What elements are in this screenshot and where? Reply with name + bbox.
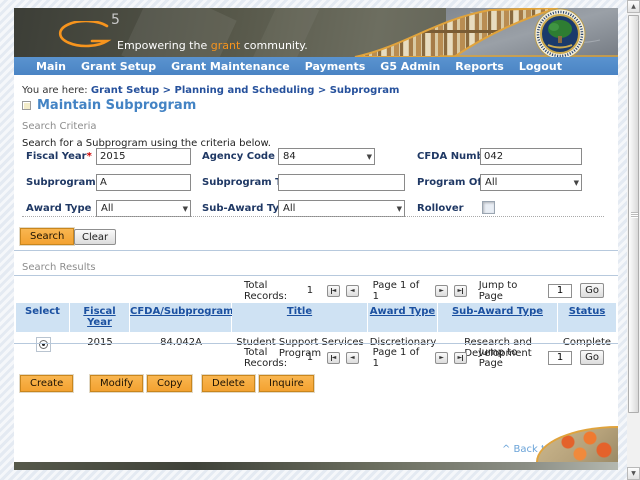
delete-button[interactable]: Delete <box>202 375 255 392</box>
required-asterisk: * <box>87 151 92 162</box>
divider <box>14 343 618 344</box>
banner-right-artwork <box>350 8 618 57</box>
total-records-label: Total Records: <box>244 347 307 369</box>
fiscal-year-input[interactable] <box>96 148 191 165</box>
nav-item-grant-maintenance[interactable]: Grant Maintenance <box>171 60 290 73</box>
chevron-down-icon: ▼ <box>183 205 188 213</box>
program-office-select[interactable]: All▼ <box>480 174 582 191</box>
page-indicator: Page 1 of 1 <box>373 280 423 302</box>
page-title: Maintain Subprogram <box>22 98 196 113</box>
clear-button[interactable]: Clear <box>74 229 116 245</box>
scrollbar-thumb[interactable] <box>628 15 639 413</box>
scrollbar-grip <box>631 212 638 218</box>
award-type-select[interactable]: All▼ <box>96 200 191 217</box>
nav-item-main[interactable]: Main <box>36 60 66 73</box>
inquire-button[interactable]: Inquire <box>259 375 314 392</box>
nav-item-logout[interactable]: Logout <box>519 60 562 73</box>
table-header-row: Select Fiscal Year CFDA/Subprogram Title… <box>16 303 616 332</box>
g5-logo-icon <box>54 21 112 51</box>
main-navigation: Main Grant Setup Grant Maintenance Payme… <box>14 57 618 75</box>
breadcrumb: You are here: Grant Setup > Planning and… <box>22 85 399 96</box>
agency-code-label: Agency Code <box>202 151 275 162</box>
search-button[interactable]: Search <box>20 228 74 245</box>
next-page-button[interactable]: ► <box>435 352 448 364</box>
nav-item-g5-admin[interactable]: G5 Admin <box>380 60 440 73</box>
go-button[interactable]: Go <box>580 350 604 365</box>
chevron-down-icon: ▼ <box>397 205 402 213</box>
first-page-button[interactable]: ◄ <box>327 285 340 297</box>
rollover-label: Rollover <box>417 203 464 214</box>
header-status[interactable]: Status <box>558 303 616 332</box>
jump-to-page-label: Jump to Page <box>479 347 538 369</box>
sub-award-type-select[interactable]: All▼ <box>278 200 405 217</box>
search-criteria-label: Search Criteria <box>22 121 97 132</box>
first-page-button[interactable]: ◄ <box>327 352 340 364</box>
header-title[interactable]: Title <box>232 303 368 332</box>
section-divider <box>22 216 604 217</box>
breadcrumb-path[interactable]: Grant Setup > Planning and Scheduling > … <box>91 85 400 96</box>
pagination-bottom: Total Records: 1 ◄ ◄ Page 1 of 1 ► ► Jum… <box>244 350 604 365</box>
chevron-down-icon: ▼ <box>367 153 372 161</box>
cell-fiscal-year: 2015 <box>70 332 130 363</box>
footer-strip <box>14 462 618 470</box>
last-page-button[interactable]: ► <box>454 352 467 364</box>
divider <box>14 250 618 251</box>
page-frame: 5 Empowering the grant community. <box>14 8 618 470</box>
banner-tagline: Empowering the grant community. <box>117 39 308 52</box>
vertical-scrollbar[interactable]: ▲ ▼ <box>627 0 640 480</box>
header-award-type[interactable]: Award Type <box>368 303 438 332</box>
prev-page-button[interactable]: ◄ <box>346 285 359 297</box>
prev-page-button[interactable]: ◄ <box>346 352 359 364</box>
nav-item-reports[interactable]: Reports <box>455 60 504 73</box>
nav-item-grant-setup[interactable]: Grant Setup <box>81 60 156 73</box>
header-sub-award-type[interactable]: Sub-Award Type <box>438 303 558 332</box>
total-records-label: Total Records: <box>244 280 307 302</box>
scroll-up-icon[interactable]: ▲ <box>627 0 640 13</box>
jump-to-page-input[interactable] <box>548 284 572 298</box>
header-select: Select <box>16 303 70 332</box>
modify-button[interactable]: Modify <box>90 375 143 392</box>
page-indicator: Page 1 of 1 <box>373 347 423 369</box>
subprogram-id-input[interactable] <box>96 174 191 191</box>
create-button[interactable]: Create <box>20 375 73 392</box>
total-records-value: 1 <box>307 285 313 296</box>
fiscal-year-label: Fiscal Year* <box>26 151 92 162</box>
scroll-down-icon[interactable]: ▼ <box>627 467 640 480</box>
classroom-corner-image <box>536 426 618 462</box>
jump-to-page-input[interactable] <box>548 351 572 365</box>
copy-button[interactable]: Copy <box>147 375 192 392</box>
pagination-top: Total Records: 1 ◄ ◄ Page 1 of 1 ► ► Jum… <box>244 283 604 298</box>
divider <box>14 275 618 276</box>
chevron-down-icon: ▼ <box>574 179 579 187</box>
search-results-label: Search Results <box>22 262 96 273</box>
maintain-subprogram-icon <box>22 101 31 110</box>
last-page-button[interactable]: ► <box>454 285 467 297</box>
nav-item-payments[interactable]: Payments <box>305 60 366 73</box>
cell-cfda-subprogram: 84.042A <box>130 332 232 363</box>
rollover-checkbox[interactable] <box>482 201 495 214</box>
banner: 5 Empowering the grant community. <box>14 8 618 57</box>
next-page-button[interactable]: ► <box>435 285 448 297</box>
subprogram-title-input[interactable] <box>278 174 405 191</box>
agency-code-select[interactable]: 84▼ <box>278 148 375 165</box>
dept-of-education-seal <box>535 9 585 57</box>
header-fiscal-year[interactable]: Fiscal Year <box>70 303 130 332</box>
row-select-radio[interactable] <box>36 337 51 352</box>
header-cfda-subprogram[interactable]: CFDA/Subprogram <box>130 303 232 332</box>
jump-to-page-label: Jump to Page <box>479 280 538 302</box>
g5-logo-five: 5 <box>111 12 120 28</box>
total-records-value: 1 <box>307 352 313 363</box>
award-type-label: Award Type <box>26 203 91 214</box>
cfda-number-input[interactable] <box>480 148 582 165</box>
go-button[interactable]: Go <box>580 283 604 298</box>
radio-icon <box>39 340 48 349</box>
